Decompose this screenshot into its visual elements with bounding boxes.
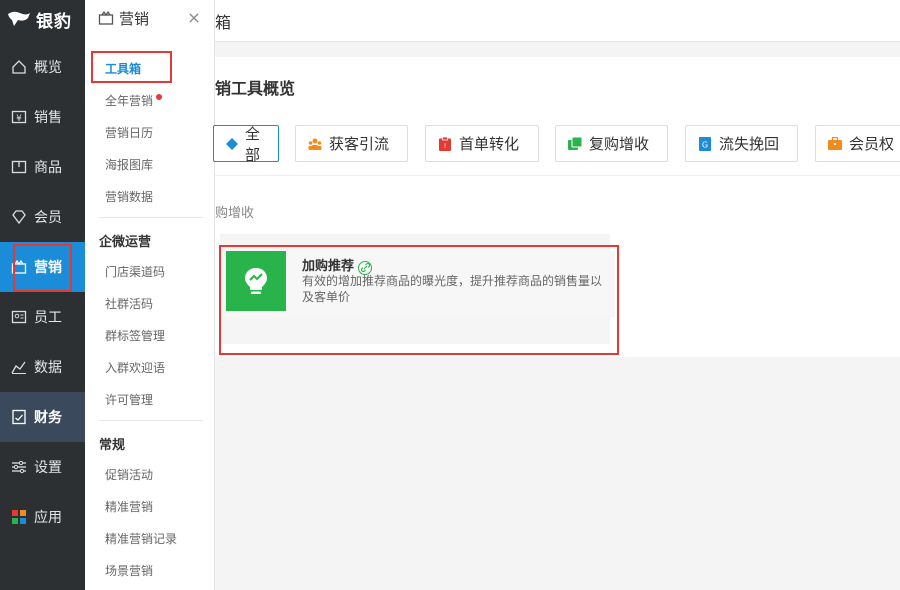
svg-text:¥: ¥ [16, 114, 22, 124]
finance-icon [10, 408, 28, 426]
nav-item-staff[interactable]: 员工 [0, 292, 85, 342]
submenu-item-precision-log[interactable]: 精准营销记录 [105, 530, 177, 547]
filter-first-order[interactable]: ! 首单转化 [425, 125, 539, 162]
apps-icon [10, 508, 28, 526]
nav-label: 商品 [34, 160, 62, 176]
nav-item-sales[interactable]: ¥ 销售 [0, 92, 85, 142]
nav-label: 设置 [34, 460, 62, 476]
submenu-item-store-code[interactable]: 门店渠道码 [105, 263, 165, 280]
brand-logo-icon [8, 11, 30, 26]
submenu-item-poster[interactable]: 海报图库 [105, 156, 153, 173]
filter-member-rights[interactable]: 会员权 [815, 125, 900, 162]
filter-label: 流失挽回 [719, 135, 780, 153]
people-icon [308, 137, 322, 151]
nav-label: 应用 [34, 510, 62, 526]
brand-logo[interactable]: 银豹 [0, 0, 85, 38]
submenu-item-label: 全年营销 [105, 94, 154, 108]
settings-icon [10, 458, 28, 476]
highlight-marketing [13, 244, 72, 292]
goods-icon [10, 158, 28, 176]
repurchase-icon [568, 136, 582, 151]
submenu-item-welcome[interactable]: 入群欢迎语 [105, 359, 165, 376]
nav-item-goods[interactable]: 商品 [0, 142, 85, 192]
filter-label: 全部 [245, 124, 261, 164]
section-label: 购增收 [215, 206, 255, 221]
nav-item-finance[interactable]: 财务 [0, 392, 85, 442]
nav-label: 概览 [34, 60, 62, 76]
highlight-tool-card [219, 245, 619, 355]
staff-icon [10, 308, 28, 326]
nav-item-apps[interactable]: 应用 [0, 492, 85, 542]
main-sidebar: 银豹 概览 ¥ 销售 商品 会员 营销 员工 数据 财务 设置 应用 [0, 0, 85, 590]
submenu-item-promotion[interactable]: 促销活动 [105, 466, 153, 483]
filter-divider [215, 175, 900, 176]
filter-label: 首单转化 [459, 135, 520, 153]
submenu-title: 营销 [119, 9, 150, 28]
nav-label: 员工 [34, 310, 62, 326]
member-icon [10, 208, 28, 226]
diamond-icon [226, 137, 238, 151]
marketing-submenu: 营销 × 工具箱 全年营销 营销日历 海报图库 营销数据 企微运营 门店渠道码 … [85, 0, 215, 590]
clipboard-icon: ! [438, 136, 452, 151]
nav-label: 销售 [34, 110, 62, 126]
nav-label: 会员 [34, 210, 62, 226]
nav-item-member[interactable]: 会员 [0, 192, 85, 242]
filter-label: 获客引流 [329, 135, 390, 153]
filter-all[interactable]: 全部 [213, 124, 279, 164]
notification-dot [156, 94, 163, 100]
submenu-item-license[interactable]: 许可管理 [105, 391, 153, 408]
nav-item-settings[interactable]: 设置 [0, 442, 85, 492]
overview-icon [10, 58, 28, 76]
nav-item-overview[interactable]: 概览 [0, 42, 85, 92]
highlight-toolbox [91, 51, 172, 83]
sales-icon: ¥ [10, 108, 28, 126]
data-icon [10, 358, 28, 376]
svg-text:G: G [702, 140, 708, 149]
submenu-item-group-tags[interactable]: 群标签管理 [105, 327, 165, 344]
submenu-item-data[interactable]: 营销数据 [105, 188, 153, 205]
close-icon[interactable]: × [186, 8, 202, 27]
submenu-item-group-code[interactable]: 社群活码 [105, 295, 153, 312]
nav-label: 财务 [34, 410, 62, 426]
submenu-item-precision[interactable]: 精准营销 [105, 498, 153, 515]
app-root: 银豹 概览 ¥ 销售 商品 会员 营销 员工 数据 财务 设置 应用 营销 × … [0, 0, 900, 590]
submenu-item-calendar[interactable]: 营销日历 [105, 124, 153, 141]
submenu-group-wechat: 企微运营 [99, 235, 152, 250]
filter-label: 会员权 [849, 135, 895, 153]
submenu-divider [99, 420, 203, 421]
filter-acquire[interactable]: 获客引流 [295, 125, 408, 162]
submenu-group-general: 常规 [99, 438, 126, 453]
filter-label: 复购增收 [589, 135, 650, 153]
winback-icon: G [698, 136, 712, 151]
page-title: 销工具概览 [215, 79, 296, 98]
toolbox-overview-card: 销工具概览 全部 获客引流 ! 首单转化 复购增收 G 流失挽回 会员权 购增收 [213, 57, 900, 357]
filter-repurchase[interactable]: 复购增收 [555, 125, 668, 162]
brand-name: 银豹 [36, 11, 72, 32]
top-bar: 箱 [215, 0, 900, 42]
submenu-item-scene[interactable]: 场景营销 [105, 562, 153, 579]
submenu-item-annual[interactable]: 全年营销 [105, 92, 163, 109]
page-breadcrumb: 箱 [215, 12, 232, 32]
nav-item-data[interactable]: 数据 [0, 342, 85, 392]
marketing-icon [98, 10, 114, 26]
svg-text:!: ! [444, 142, 447, 150]
nav-label: 数据 [34, 360, 62, 376]
submenu-divider [99, 217, 203, 218]
briefcase-icon [828, 137, 842, 151]
filter-winback[interactable]: G 流失挽回 [685, 125, 798, 162]
